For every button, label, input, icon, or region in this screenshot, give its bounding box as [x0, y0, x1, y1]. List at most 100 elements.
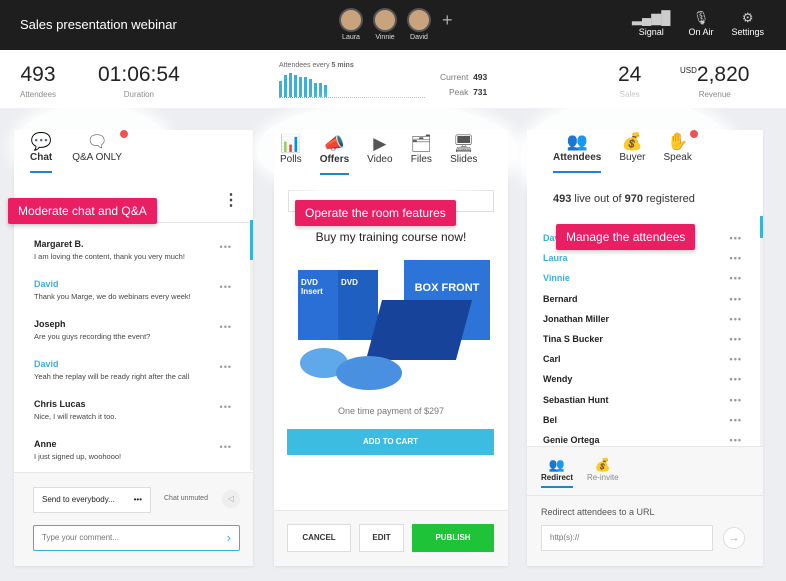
attendee-row[interactable]: Vinnie •••: [527, 268, 760, 288]
on-air-button[interactable]: 🎙 On Air: [688, 10, 713, 37]
attendee-row[interactable]: Laura •••: [527, 248, 760, 268]
more-icon[interactable]: •••: [730, 268, 742, 288]
send-icon[interactable]: ›: [227, 530, 231, 545]
tab-video[interactable]: ▶ Video: [367, 132, 392, 175]
message-text: I just signed up, woohooo!: [34, 452, 122, 461]
tab-label: Offers: [319, 154, 350, 165]
tab-slides[interactable]: 🖥 Slides: [450, 132, 477, 175]
presenters: Laura Vinnie David: [338, 8, 432, 41]
attendee-name: Carl: [543, 354, 561, 365]
dvd-label: DVD Insert: [298, 270, 338, 340]
attendees-callout: Manage the attendees: [556, 224, 696, 250]
tab-reinvite[interactable]: 💰 Re-invite: [587, 457, 619, 482]
tab-offers[interactable]: 📣 Offers: [319, 132, 350, 175]
publish-button[interactable]: PUBLISH: [412, 524, 494, 552]
tab-redirect[interactable]: 👥 Redirect: [541, 457, 574, 488]
tab-polls[interactable]: 📊 Polls: [280, 132, 302, 175]
tab-files[interactable]: 🗂 Files: [411, 132, 433, 175]
more-icon[interactable]: •••: [730, 349, 742, 369]
sales-stat: 24 Sales: [618, 63, 641, 99]
tab-label: Attendees: [553, 152, 602, 163]
message-author: Joseph: [34, 319, 66, 329]
tab-chat[interactable]: 💬 Chat: [30, 130, 53, 173]
tab-label: Video: [367, 154, 393, 165]
more-icon[interactable]: •••: [730, 289, 742, 309]
attendee-row[interactable]: Jonathan Miller •••: [527, 309, 760, 329]
attendee-row[interactable]: Sebastian Hunt •••: [527, 390, 760, 410]
send-to-select[interactable]: Send to everybody... •••: [33, 487, 151, 513]
message-text: Yeah the replay will be ready right afte…: [34, 372, 190, 381]
graph-bar: [319, 83, 322, 97]
more-icon[interactable]: •••: [730, 410, 742, 430]
add-to-cart-button[interactable]: ADD TO CART: [287, 429, 494, 455]
cancel-button[interactable]: CANCEL: [287, 524, 351, 552]
chat-message: Anne I just signed up, woohooo! •••: [14, 432, 250, 472]
attendee-row[interactable]: Tina S Bucker •••: [527, 329, 760, 349]
product-image: DVD Insert DVD BOX FRONT: [294, 260, 494, 390]
graph-bar: [314, 83, 317, 97]
presenter-avatar[interactable]: Laura: [338, 8, 364, 41]
presenter-avatar[interactable]: Vinnie: [372, 8, 398, 41]
attendee-name: Bernard: [543, 293, 578, 304]
on-air-label: On Air: [688, 27, 714, 37]
tab-qa-only[interactable]: 🗨 Q&A ONLY: [72, 130, 129, 173]
peak-label: Peak: [448, 87, 469, 97]
tab-speak[interactable]: ✋ Speak: [663, 130, 698, 173]
more-icon[interactable]: •••: [730, 248, 742, 268]
more-icon[interactable]: •••: [220, 242, 232, 252]
tab-label: Redirect: [541, 473, 574, 482]
graph-bar: [284, 75, 287, 97]
url-field[interactable]: [550, 533, 700, 542]
money-bag-icon: 💰: [621, 132, 643, 151]
attendee-name: Laura: [543, 253, 568, 264]
registered-value: 970: [624, 193, 643, 205]
more-icon[interactable]: •••: [730, 228, 742, 248]
signal-icon: ▂▄▆█: [632, 10, 671, 25]
more-icon[interactable]: •••: [220, 322, 232, 332]
more-icon[interactable]: •••: [220, 402, 232, 412]
attendee-row[interactable]: Carl •••: [527, 349, 760, 369]
webinar-title: Sales presentation webinar: [20, 17, 177, 32]
attendee-row[interactable]: Bernard •••: [527, 289, 760, 309]
payment-text: One time payment of $297: [337, 406, 445, 416]
message-author: Margaret B.: [34, 239, 84, 249]
attendee-row[interactable]: Bel •••: [527, 410, 760, 430]
more-icon[interactable]: •••: [220, 442, 232, 452]
graph-bar: [309, 79, 312, 97]
comment-field[interactable]: [42, 533, 212, 542]
more-icon[interactable]: •••: [220, 282, 232, 292]
tab-label: Buyer: [619, 152, 646, 163]
attendee-name: Bel: [543, 414, 558, 425]
presenter-avatar[interactable]: David: [406, 8, 432, 41]
tab-label: Files: [410, 154, 432, 165]
gear-icon: ⚙: [741, 10, 754, 25]
peak-value: 731: [473, 87, 488, 97]
add-presenter-button[interactable]: +: [442, 10, 453, 31]
more-icon[interactable]: •••: [730, 309, 742, 329]
tab-label: Q&A ONLY: [72, 152, 123, 163]
attendee-row[interactable]: Wendy •••: [527, 369, 760, 389]
attendee-name: Genie Ortega: [543, 434, 600, 445]
raise-hand-icon: ✋: [663, 130, 698, 152]
settings-button[interactable]: ⚙ Settings: [731, 10, 764, 37]
chat-message: Joseph Are you guys recording tthe event?…: [14, 312, 250, 352]
chat-status: Chat unmuted: [164, 495, 208, 502]
more-icon[interactable]: •••: [730, 369, 742, 389]
mute-toggle-icon[interactable]: ◁: [222, 490, 240, 508]
tab-buyer[interactable]: 💰 Buyer: [619, 130, 645, 173]
message-text: Nice, I will rewatch it too.: [34, 412, 117, 421]
currency: USD: [680, 66, 697, 75]
comment-input[interactable]: ›: [33, 525, 240, 551]
tab-attendees[interactable]: 👥 Attendees: [553, 130, 602, 173]
signal-button[interactable]: ▂▄▆█ Signal: [632, 10, 670, 37]
kebab-menu-icon[interactable]: ⋮: [223, 190, 239, 210]
redirect-go-button[interactable]: →: [723, 527, 745, 549]
more-icon[interactable]: •••: [730, 390, 742, 410]
more-icon[interactable]: •••: [220, 362, 232, 372]
chat-message: Margaret B. I am loving the content, than…: [14, 232, 250, 272]
tab-label: Polls: [280, 154, 302, 165]
edit-button[interactable]: EDIT: [359, 524, 404, 552]
more-icon[interactable]: •••: [730, 329, 742, 349]
url-input[interactable]: [541, 525, 713, 551]
message-author: Anne: [34, 439, 57, 449]
